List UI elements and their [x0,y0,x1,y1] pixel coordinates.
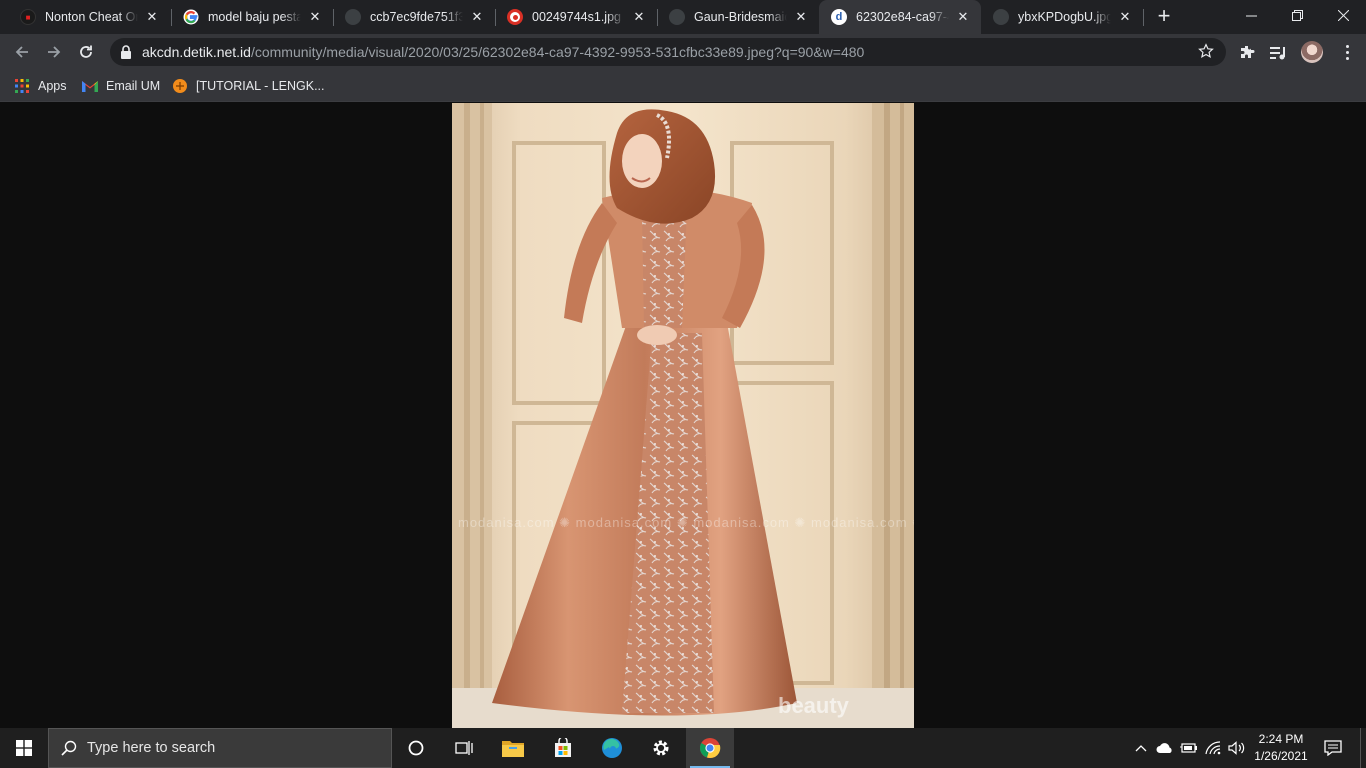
gmail-icon [82,80,98,92]
taskbar-clock[interactable]: 2:24 PM 1/26/2021 [1248,731,1314,765]
tab-divider [1143,9,1144,26]
new-tab-button[interactable]: + [1152,5,1176,29]
url-host: akcdn.detik.net.id [142,44,251,60]
google-icon [183,9,199,25]
browser-tab[interactable]: ■ Nonton Cheat On ✕ [8,0,170,34]
watermark-repeat: modanisa.com ✺ modanisa.com ✺ modanisa.c… [458,515,914,530]
windows-start-icon[interactable] [0,728,48,768]
close-icon[interactable]: ✕ [1117,9,1133,25]
globe-icon [345,9,361,25]
red-favicon-icon: ■ [20,9,36,25]
detik-icon: d [831,9,847,25]
bookmarks-bar: Apps Email UM [TUTORIAL - LENGK... [0,70,1366,102]
show-desktop-button[interactable] [1360,728,1366,768]
watermark-text: modanisa.com [575,515,673,530]
dress-photo-illustration [452,103,914,728]
minimize-icon[interactable] [1228,0,1274,30]
wifi-icon[interactable] [1202,728,1224,768]
tab-title: 62302e84-ca97-43 [856,10,949,24]
lock-icon[interactable] [120,45,132,64]
bookmark-apps[interactable]: Apps [14,76,67,96]
bookmark-label: [TUTORIAL - LENGK... [196,79,325,93]
bookmark-tutorial[interactable]: [TUTORIAL - LENGK... [172,76,325,96]
reload-icon[interactable] [72,38,100,66]
tab-title: ccb7ec9fde751f3f [370,10,463,24]
notification-center-icon[interactable] [1318,728,1348,768]
restore-icon[interactable] [1274,0,1320,30]
search-icon [61,740,77,756]
tab-title: Gaun-Bridesmaids [694,10,787,24]
tab-title: Nonton Cheat On [45,10,138,24]
search-placeholder: Type here to search [87,740,216,756]
tab-title: 00249744s1.jpg (7 [532,10,625,24]
watermark-brand: beauty [778,693,849,718]
bookmark-label: Email UM [106,79,161,93]
close-icon[interactable]: ✕ [144,9,160,25]
close-icon[interactable]: ✕ [631,9,647,25]
close-icon[interactable]: ✕ [955,9,971,25]
close-icon[interactable]: ✕ [469,9,485,25]
bookmark-star-icon[interactable] [1198,43,1214,64]
taskbar-search-input[interactable]: Type here to search [48,728,392,768]
browser-tab[interactable]: Gaun-Bridesmaids ✕ [657,0,819,34]
onedrive-cloud-icon[interactable] [1154,728,1176,768]
close-icon[interactable]: ✕ [307,9,323,25]
edge-browser-icon[interactable] [588,728,636,768]
displayed-image[interactable]: modanisa.com ✺ modanisa.com ✺ modanisa.c… [452,103,914,728]
globe-icon [669,9,685,25]
file-explorer-icon[interactable] [489,728,537,768]
red-target-icon [507,9,523,25]
battery-icon[interactable] [1178,728,1200,768]
task-view-icon[interactable] [440,728,488,768]
media-playlist-icon[interactable] [1268,42,1290,64]
settings-gear-icon[interactable] [637,728,685,768]
volume-icon[interactable] [1226,728,1248,768]
watermark-text: modanisa.com [693,515,790,530]
bookmark-label: Apps [38,79,67,93]
browser-tab[interactable]: ccb7ec9fde751f3f ✕ [333,0,495,34]
forward-arrow-icon[interactable] [40,38,68,66]
tab-strip: ■ Nonton Cheat On ✕ model baju pesta ✕ c… [0,0,1366,34]
address-bar[interactable]: akcdn.detik.net.id/community/media/visua… [110,38,1226,66]
profile-avatar[interactable] [1301,41,1323,63]
back-arrow-icon[interactable] [8,38,36,66]
tab-title: model baju pesta [208,10,301,24]
chrome-taskbar-icon[interactable] [686,728,734,768]
url-path: /community/media/visual/2020/03/25/62302… [250,44,865,60]
bookmark-email-um[interactable]: Email UM [82,76,160,96]
kebab-menu-icon[interactable] [1338,41,1356,63]
image-viewport: modanisa.com ✺ modanisa.com ✺ modanisa.c… [0,103,1366,728]
url-text[interactable]: akcdn.detik.net.id/community/media/visua… [142,44,864,60]
clock-time: 2:24 PM [1258,732,1304,746]
chevron-up-icon[interactable] [1131,728,1151,768]
browser-tab[interactable]: 00249744s1.jpg (7 ✕ [495,0,657,34]
extensions-puzzle-icon[interactable] [1236,42,1258,64]
orange-site-icon [172,78,188,94]
browser-tab[interactable]: ybxKPDogbU.jpg ( ✕ [981,0,1143,34]
cortana-circle-icon[interactable] [392,728,440,768]
watermark-text: modanisa.com [458,515,555,530]
clock-date: 1/26/2021 [1254,749,1308,763]
browser-tab[interactable]: model baju pesta ✕ [171,0,333,34]
microsoft-store-icon[interactable] [539,728,587,768]
tab-title: ybxKPDogbU.jpg ( [1018,10,1111,24]
globe-icon [993,9,1009,25]
close-icon[interactable]: ✕ [793,9,809,25]
apps-grid-icon [14,78,30,94]
close-window-icon[interactable] [1320,0,1366,30]
windows-taskbar: Type here to search 2:24 PM 1/26/2021 [0,728,1366,768]
watermark-text: modanisa.com [811,515,908,530]
browser-tab-active[interactable]: d 62302e84-ca97-43 ✕ [819,0,981,34]
